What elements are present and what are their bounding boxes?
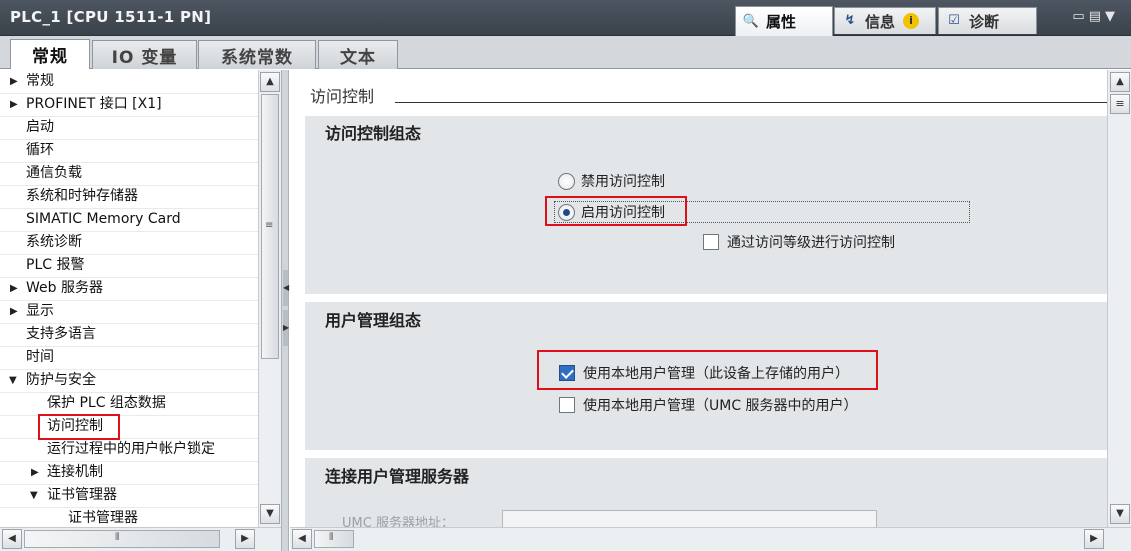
tree-item[interactable]: 启动 <box>26 116 54 139</box>
tree-item[interactable]: ▶ 连接机制 <box>31 461 103 484</box>
server-section-title: 连接用户管理服务器 <box>325 467 470 486</box>
tree-item[interactable]: ▼ 证书管理器 <box>30 484 117 507</box>
scroll-up-icon[interactable]: ▲ <box>260 72 280 92</box>
diagnostics-icon: ☑ <box>948 13 960 28</box>
checkbox[interactable] <box>703 234 719 250</box>
info-badge-icon: i <box>903 13 920 29</box>
user-section-title: 用户管理组态 <box>325 311 422 330</box>
tree-item-label: 证书管理器 <box>47 487 117 503</box>
tab-info-label: 信息 <box>865 12 896 31</box>
title-divider <box>395 102 1107 103</box>
tab-system-constants[interactable]: 系统常数 <box>198 40 316 69</box>
tree-item[interactable]: 运行过程中的用户帐户锁定 <box>47 438 215 461</box>
checkbox-label: 通过访问等级进行访问控制 <box>727 235 895 251</box>
tree-item[interactable]: 通信负载 <box>26 162 82 185</box>
scroll-right-icon[interactable]: ▶ <box>1084 529 1104 549</box>
checkbox-access-levels[interactable]: 通过访问等级进行访问控制 <box>703 232 895 252</box>
expand-arrow-icon[interactable]: ▶ <box>10 300 18 323</box>
tree-item[interactable]: 保护 PLC 组态数据 <box>47 392 166 415</box>
collapse-arrow-icon[interactable]: ▼ <box>30 484 38 507</box>
layout-icon[interactable]: ▤ <box>1089 9 1105 24</box>
checkbox[interactable] <box>559 397 575 413</box>
tab-io-tags[interactable]: IO 变量 <box>92 40 197 69</box>
highlight-frame <box>545 196 687 226</box>
tree-item[interactable]: 证书管理器 <box>68 507 138 527</box>
collapse-left-icon[interactable]: ◀ <box>283 270 289 306</box>
window-title: PLC_1 [CPU 1511-1 PN] <box>10 8 212 26</box>
tree-item-label: 连接机制 <box>47 464 103 480</box>
tree-item[interactable]: PLC 报警 <box>26 254 84 277</box>
radio-button[interactable] <box>558 172 575 190</box>
properties-content: 访问控制 访问控制组态 禁用访问控制 启用访问控制 通过访问等级进行访问控制 用… <box>290 70 1107 527</box>
scroll-left-icon[interactable]: ◀ <box>2 529 22 549</box>
scroll-thumb[interactable]: ≡ <box>261 94 279 359</box>
tree-item-label: PROFINET 接口 [X1] <box>26 96 162 112</box>
tree-horizontal-scrollbar[interactable]: ◀ ⦀ ▶ <box>0 527 281 551</box>
umc-address-field[interactable] <box>502 510 877 527</box>
tree-vertical-scrollbar[interactable]: ▲ ≡ ▼ <box>258 70 281 527</box>
tab-properties-label: 属性 <box>766 13 797 31</box>
tab-properties[interactable]: 🔍 属性 <box>735 6 833 36</box>
scroll-up-icon[interactable]: ▲ <box>1110 72 1130 92</box>
scroll-thumb[interactable]: ⦀ <box>314 530 354 548</box>
tab-texts[interactable]: 文本 <box>318 40 398 69</box>
window-controls[interactable]: ▭▤▼ <box>1072 9 1119 24</box>
tree-item[interactable]: 支持多语言 <box>26 323 96 346</box>
scroll-grip-icon[interactable]: ≡ <box>1110 94 1130 114</box>
tree-item-label: Web 服务器 <box>26 280 103 296</box>
scroll-thumb[interactable]: ⦀ <box>24 530 220 548</box>
navigation-tree: ▶ 常规 ▶ PROFINET 接口 [X1] 启动 循环 通信负载 系统和时钟存储… <box>0 70 281 527</box>
scroll-left-icon[interactable]: ◀ <box>292 529 312 549</box>
restore-icon[interactable]: ▭ <box>1072 9 1088 24</box>
properties-icon: 🔍 <box>742 13 760 29</box>
umc-address-label: UMC 服务器地址： <box>342 516 454 527</box>
page-title: 访问控制 <box>310 87 375 106</box>
highlight-frame <box>537 350 878 390</box>
tree-item-label: 防护与安全 <box>26 372 96 388</box>
tree-item[interactable]: SIMATIC Memory Card <box>26 208 181 231</box>
tree-item[interactable]: ▼ 防护与安全 <box>9 369 96 392</box>
checkbox-label: 使用本地用户管理（UMC 服务器中的用户） <box>583 398 858 414</box>
expand-arrow-icon[interactable]: ▶ <box>10 70 18 93</box>
grip-icon: ≡ <box>265 220 274 231</box>
tree-item[interactable]: ▶ Web 服务器 <box>10 277 103 300</box>
content-vertical-scrollbar[interactable]: ▲ ≡ ▼ <box>1107 70 1131 527</box>
property-tabbar: 常规 IO 变量 系统常数 文本 <box>0 36 1131 69</box>
grip-icon: ⦀ <box>115 532 120 543</box>
tab-diagnostics-label: 诊断 <box>969 12 1000 31</box>
access-section-title: 访问控制组态 <box>325 124 422 143</box>
tree-item[interactable]: 循环 <box>26 139 54 162</box>
tree-item[interactable]: 系统诊断 <box>26 231 82 254</box>
expand-arrow-icon[interactable]: ▶ <box>10 277 18 300</box>
tab-diagnostics[interactable]: ☑ 诊断 <box>938 7 1037 34</box>
tab-general[interactable]: 常规 <box>10 39 90 69</box>
content-horizontal-scrollbar[interactable]: ◀ ⦀ ▶ <box>290 527 1131 551</box>
tree-item[interactable]: 时间 <box>26 346 54 369</box>
tree-item-label: 显示 <box>26 303 54 319</box>
scroll-down-icon[interactable]: ▼ <box>1110 504 1130 524</box>
collapse-arrow-icon[interactable]: ▼ <box>9 369 17 392</box>
highlight-frame <box>38 414 120 440</box>
tree-item[interactable]: ▶ 常规 <box>10 70 54 93</box>
pane-splitter[interactable]: ◀ ▶ <box>281 70 289 551</box>
grip-icon: ⦀ <box>329 532 334 543</box>
tree-item-label: 常规 <box>26 73 54 89</box>
inspector-titlebar: PLC_1 [CPU 1511-1 PN] 🔍 属性 ↯ 信息 i ☑ 诊断 ▭… <box>0 0 1131 36</box>
info-icon: ↯ <box>844 13 856 28</box>
radio-label: 禁用访问控制 <box>581 174 665 190</box>
expand-right-icon[interactable]: ▶ <box>283 310 289 346</box>
expand-arrow-icon[interactable]: ▶ <box>10 93 18 116</box>
tab-info[interactable]: ↯ 信息 i <box>834 7 936 34</box>
expand-arrow-icon[interactable]: ▶ <box>31 461 39 484</box>
radio-disable-access[interactable]: 禁用访问控制 <box>558 171 665 191</box>
scroll-down-icon[interactable]: ▼ <box>260 504 280 524</box>
scroll-right-icon[interactable]: ▶ <box>235 529 255 549</box>
tree-item[interactable]: ▶ PROFINET 接口 [X1] <box>10 93 162 116</box>
checkbox-umc-users[interactable]: 使用本地用户管理（UMC 服务器中的用户） <box>559 395 858 415</box>
chevron-down-icon[interactable]: ▼ <box>1105 9 1119 24</box>
tree-item[interactable]: 系统和时钟存储器 <box>26 185 138 208</box>
tree-item[interactable]: ▶ 显示 <box>10 300 54 323</box>
